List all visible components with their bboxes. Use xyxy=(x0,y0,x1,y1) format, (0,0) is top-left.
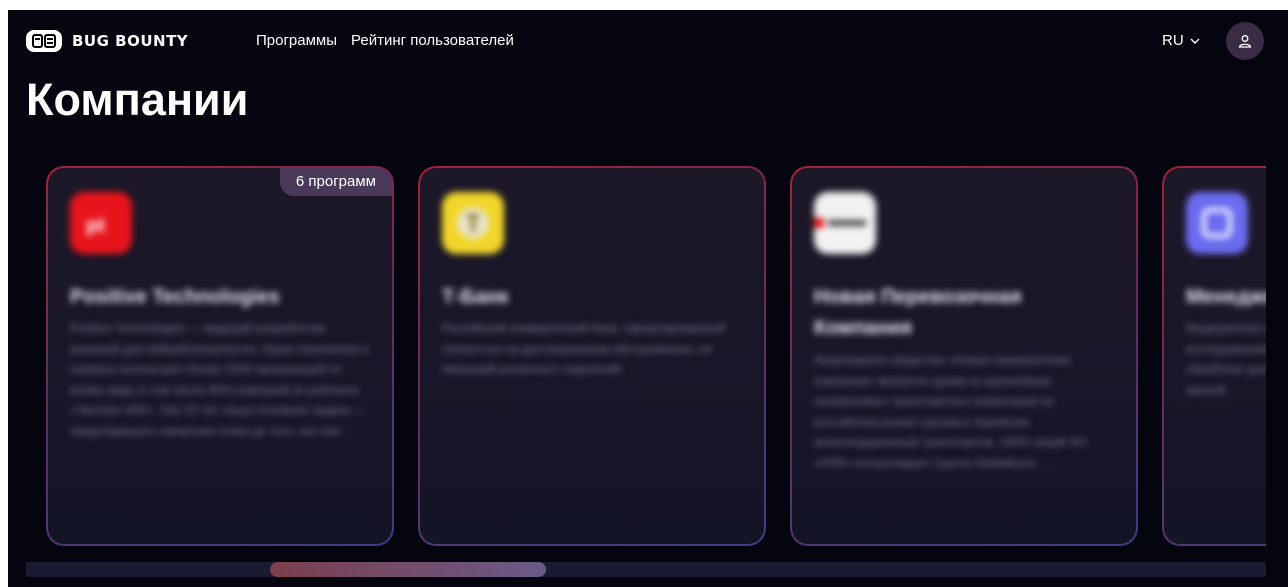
company-name: Т-Банк xyxy=(442,286,509,308)
language-label: RU xyxy=(1162,32,1184,49)
page-title: Компании xyxy=(26,74,249,125)
carousel-scrollbar[interactable] xyxy=(26,562,1266,577)
company-name: Менеджмент xyxy=(1186,286,1266,308)
company-description: Акционерное общество «Новая перевозочная… xyxy=(814,353,1087,470)
nav-user-rating[interactable]: Рейтинг пользователей xyxy=(351,32,514,49)
chevron-down-icon xyxy=(1190,38,1200,44)
company-description: Российский коммерческий банк, сфокусиров… xyxy=(442,321,726,376)
company-name: Positive Technologies xyxy=(70,286,280,308)
user-icon xyxy=(1238,35,1252,48)
company-name: Новая Перевозочная Компания xyxy=(814,286,1022,339)
main-nav: Программы Рейтинг пользователей xyxy=(256,32,514,49)
company-logo xyxy=(1186,192,1248,254)
company-card-partial[interactable]: Менеджмент Медицинская компания, занимаю… xyxy=(1162,166,1266,546)
company-logo: pt xyxy=(70,192,132,254)
language-selector[interactable]: RU xyxy=(1162,32,1200,49)
company-card-positive-technologies[interactable]: 6 программ pt Positive Technologies Posi… xyxy=(46,166,394,546)
user-avatar-button[interactable] xyxy=(1226,22,1264,60)
company-description: Медицинская компания, занимающаяся научн… xyxy=(1186,321,1266,397)
svg-text:pt: pt xyxy=(86,215,105,237)
programs-count-badge: 6 программ xyxy=(279,168,392,196)
nav-programs[interactable]: Программы xyxy=(256,32,337,49)
company-logo xyxy=(814,192,876,254)
logo-text: BUG BOUNTY xyxy=(72,32,189,50)
company-logo xyxy=(442,192,504,254)
carousel-scrollbar-thumb[interactable] xyxy=(270,562,546,577)
company-description: Positive Technologies — ведущий разработ… xyxy=(70,321,369,438)
bug-bounty-logo-icon xyxy=(26,30,62,52)
company-card-npk[interactable]: Новая Перевозочная Компания Акционерное … xyxy=(790,166,1138,546)
app-frame: BUG BOUNTY Программы Рейтинг пользовател… xyxy=(8,10,1288,587)
companies-carousel: 6 программ pt Positive Technologies Posi… xyxy=(46,166,1266,546)
company-card-t-bank[interactable]: Т-Банк Российский коммерческий банк, сфо… xyxy=(418,166,766,546)
logo[interactable]: BUG BOUNTY xyxy=(26,30,188,52)
